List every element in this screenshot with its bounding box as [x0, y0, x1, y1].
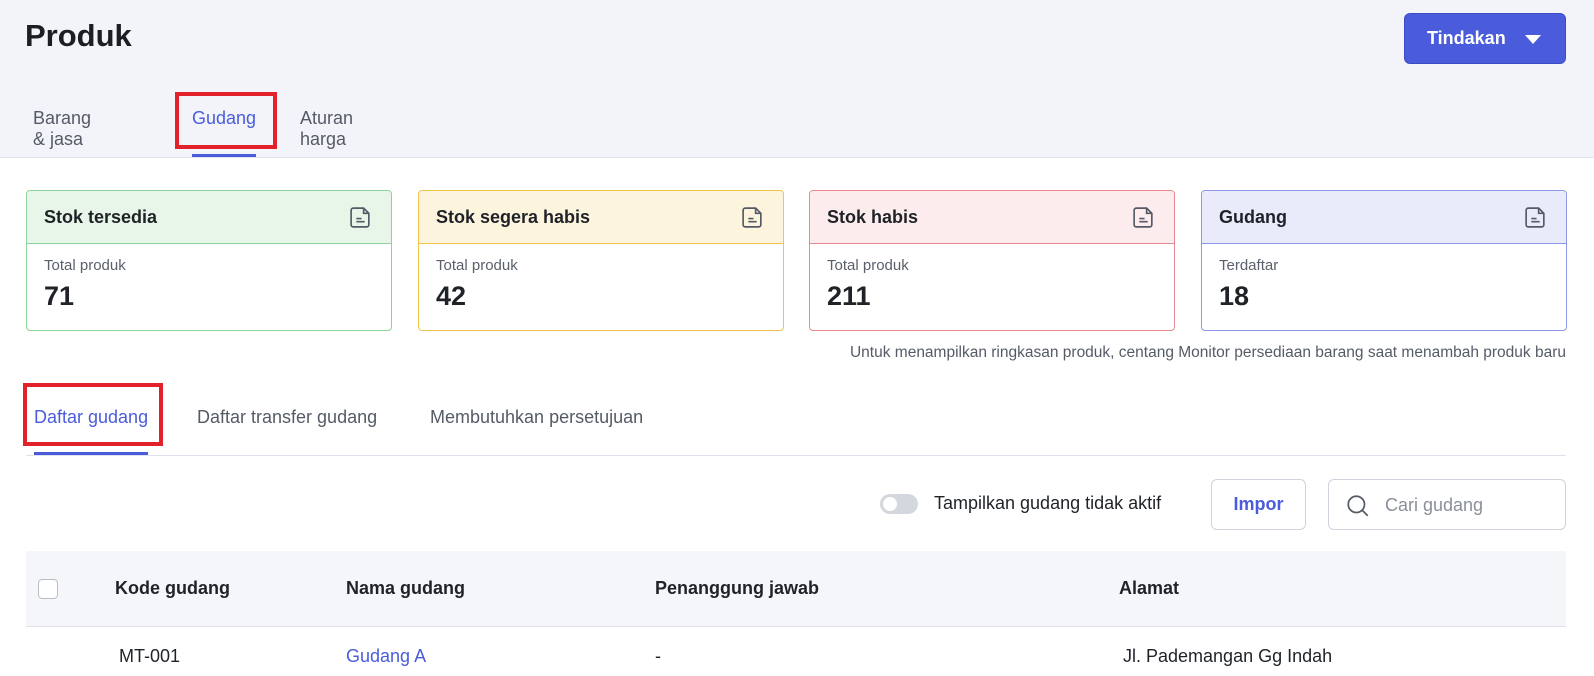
tab-daftar-transfer-gudang[interactable]: Daftar transfer gudang: [197, 395, 377, 455]
table-row[interactable]: MT-001 Gudang A - Jl. Pademangan Gg Inda…: [26, 628, 1566, 676]
card-title: Stok tersedia: [44, 206, 158, 227]
cell-alamat: Jl. Pademangan Gg Indah: [1123, 646, 1333, 666]
column-header-kode-gudang[interactable]: Kode gudang: [115, 578, 230, 599]
report-icon[interactable]: [740, 205, 765, 230]
search-box: [1328, 479, 1566, 530]
select-all-checkbox[interactable]: [38, 579, 58, 599]
report-icon[interactable]: [1131, 205, 1156, 230]
tab-barang-jasa[interactable]: Barang & jasa: [33, 95, 91, 157]
toggle-knob: [883, 497, 897, 511]
caret-down-icon: [1525, 35, 1541, 44]
card-header: Gudang: [1202, 191, 1566, 244]
card-header: Stok tersedia: [27, 191, 391, 244]
tab-gudang[interactable]: Gudang: [192, 95, 257, 157]
column-header-penanggung-jawab[interactable]: Penanggung jawab: [655, 578, 819, 599]
page-header: Produk Tindakan Barang & jasa Gudang Atu…: [0, 0, 1594, 158]
tab-label: Daftar gudang: [34, 407, 149, 427]
card-subtitle: Total produk: [436, 257, 518, 274]
import-button[interactable]: Impor: [1211, 479, 1306, 530]
column-header-nama-gudang[interactable]: Nama gudang: [346, 578, 465, 599]
card-subtitle: Terdaftar: [1219, 257, 1279, 274]
card-header: Stok segera habis: [419, 191, 783, 244]
summary-note: Untuk menampilkan ringkasan produk, cent…: [849, 344, 1566, 361]
card-stok-tersedia[interactable]: Stok tersedia Total produk 71: [26, 190, 392, 331]
cell-kode-gudang: MT-001: [119, 646, 181, 666]
tab-label: Aturan harga: [300, 108, 354, 149]
tab-label: Gudang: [192, 108, 257, 128]
card-value: 71: [44, 281, 75, 311]
card-title: Stok segera habis: [436, 206, 591, 227]
card-subtitle: Total produk: [827, 257, 909, 274]
tindakan-label: Tindakan: [1427, 28, 1506, 48]
sub-tabs-divider: [26, 455, 1566, 456]
tab-label: Barang & jasa: [33, 108, 92, 149]
cell-penanggung-jawab: -: [655, 646, 661, 666]
show-inactive-label: Tampilkan gudang tidak aktif: [934, 493, 1162, 513]
tab-daftar-gudang[interactable]: Daftar gudang: [34, 395, 149, 455]
active-tab-indicator: [192, 154, 257, 157]
show-inactive-toggle[interactable]: [880, 494, 918, 514]
card-value: 18: [1219, 281, 1250, 311]
card-stok-habis[interactable]: Stok habis Total produk 211: [809, 190, 1175, 331]
tindakan-dropdown-button[interactable]: Tindakan: [1404, 13, 1566, 64]
card-value: 42: [436, 281, 467, 311]
card-gudang[interactable]: Gudang Terdaftar 18: [1201, 190, 1567, 331]
card-subtitle: Total produk: [44, 257, 126, 274]
report-icon[interactable]: [1523, 205, 1548, 230]
search-icon: [1347, 495, 1369, 517]
tab-label: Membutuhkan persetujuan: [430, 407, 644, 427]
report-icon[interactable]: [348, 205, 373, 230]
tab-membutuhkan-persetujuan[interactable]: Membutuhkan persetujuan: [430, 395, 643, 455]
column-header-alamat[interactable]: Alamat: [1119, 578, 1179, 599]
tab-aturan-harga[interactable]: Aturan harga: [300, 95, 353, 157]
card-stok-segera-habis[interactable]: Stok segera habis Total produk 42: [418, 190, 784, 331]
warehouse-name-link[interactable]: Gudang A: [346, 646, 426, 667]
page-title: Produk: [25, 18, 132, 53]
table-header: Kode gudang Nama gudang Penanggung jawab…: [26, 551, 1566, 627]
card-title: Gudang: [1219, 206, 1287, 227]
search-input[interactable]: [1385, 490, 1555, 520]
card-title: Stok habis: [827, 206, 919, 227]
tab-label: Daftar transfer gudang: [197, 407, 378, 427]
card-value: 211: [827, 281, 871, 311]
card-header: Stok habis: [810, 191, 1174, 244]
